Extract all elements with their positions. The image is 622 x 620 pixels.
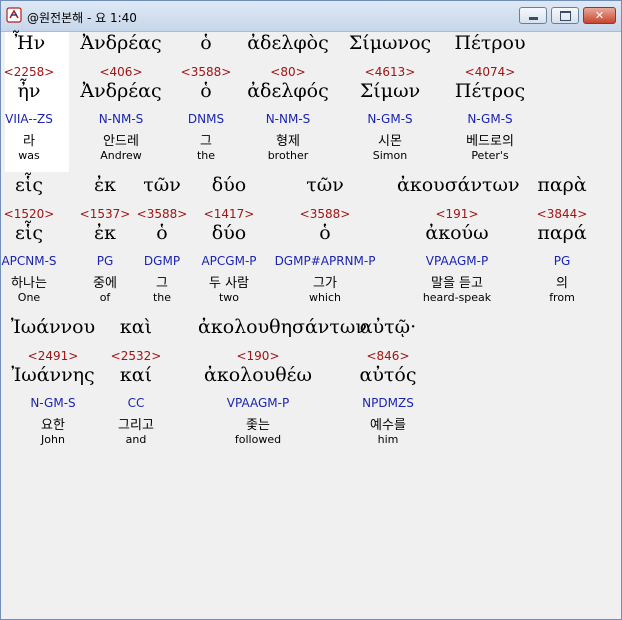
korean-gloss: 그리고: [118, 418, 154, 433]
greek-word: καὶ: [119, 316, 153, 338]
lemma-word: αὐτός: [359, 364, 417, 386]
lemma-word: ὁ: [319, 222, 331, 244]
parsing-code: VPAAGM-P: [425, 254, 489, 268]
app-window: @원전본해 - 요 1:40 ✕ Ἦν <2258> ἦν VIIA--ZS 라 was Ἀ…: [0, 0, 622, 620]
minimize-icon: [528, 17, 538, 20]
parsing-code: N-GM-S: [467, 112, 513, 126]
korean-gloss: 말을 듣고: [431, 276, 483, 291]
strong-number: <846>: [366, 349, 410, 363]
strong-number: <4074>: [464, 65, 516, 79]
greek-word: ἀκολουθησάντων: [198, 316, 367, 338]
strong-number: <3844>: [536, 207, 588, 221]
greek-word: παρὰ: [537, 174, 587, 196]
english-gloss: from: [549, 291, 575, 304]
close-icon: ✕: [594, 9, 605, 22]
parsing-code: NPDMZS: [362, 396, 414, 410]
strong-number: <2532>: [110, 349, 162, 363]
maximize-button[interactable]: [551, 7, 579, 24]
lemma-word: Πέτρος: [454, 80, 526, 102]
english-gloss: heard-speak: [422, 291, 492, 304]
lemma-word: καί: [119, 364, 153, 386]
minimize-button[interactable]: [519, 7, 547, 24]
app-icon: [6, 7, 22, 23]
parsing-code: CC: [127, 396, 145, 410]
lemma-word: παρά: [537, 222, 587, 244]
korean-gloss: 좇는: [246, 418, 270, 433]
greek-word: αὐτῷ·: [359, 316, 417, 338]
korean-gloss: 의: [556, 276, 568, 291]
lemma-word: ἀκολουθέω: [204, 364, 312, 386]
strong-number: <191>: [435, 207, 479, 221]
english-gloss: followed: [234, 433, 282, 446]
close-button[interactable]: ✕: [583, 7, 616, 24]
lemma-word: ἀκούω: [425, 222, 489, 244]
parsing-code: PG: [553, 254, 571, 268]
strong-number: <3588>: [299, 207, 351, 221]
greek-word: ἀκουσάντων: [397, 174, 520, 196]
maximize-icon: [559, 10, 571, 21]
greek-word: τῶν: [306, 174, 344, 196]
korean-gloss: 그가: [313, 276, 337, 291]
strong-number: <190>: [236, 349, 280, 363]
greek-word: Πέτρου: [454, 32, 526, 54]
title-bar[interactable]: @원전본해 - 요 1:40 ✕: [1, 1, 621, 32]
korean-gloss: 베드로의: [466, 134, 514, 149]
korean-gloss: 예수를: [370, 418, 406, 433]
parsing-code: VPAAGM-P: [226, 396, 290, 410]
parsing-code: DGMP#APRNM-P: [274, 254, 376, 268]
window-title: @원전본해 - 요 1:40: [27, 11, 137, 25]
english-gloss: and: [125, 433, 147, 446]
english-gloss: which: [308, 291, 342, 304]
english-gloss: Peter's: [471, 149, 509, 162]
english-gloss: him: [377, 433, 399, 446]
interlinear-panel: Ἦν <2258> ἦν VIIA--ZS 라 was Ἀνδρέας <406> Ἀνδρέα…: [1, 32, 616, 613]
